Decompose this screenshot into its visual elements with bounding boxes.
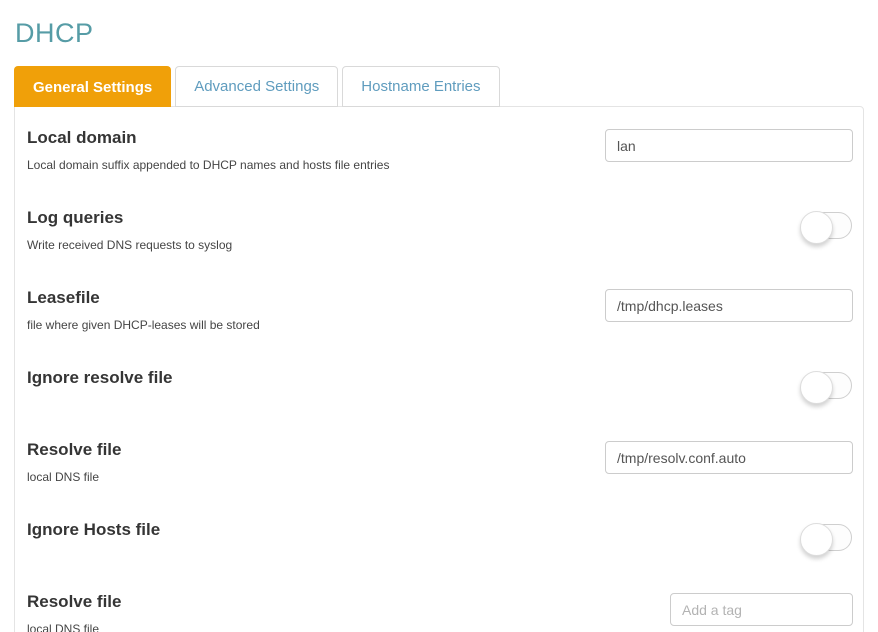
- dhcp-settings-page: DHCP General Settings Advanced Settings Ho…: [0, 0, 878, 632]
- field-label: Resolve file: [27, 592, 122, 611]
- tab-hostname-entries[interactable]: Hostname Entries: [342, 66, 500, 107]
- form-row: Log queries Write received DNS requests …: [15, 187, 863, 267]
- field-label: Local domain: [27, 128, 137, 147]
- field-label: Log queries: [27, 208, 124, 227]
- text-input[interactable]: [605, 129, 853, 162]
- toggle-switch[interactable]: [800, 211, 852, 244]
- tab-bar: General Settings Advanced Settings Hostnam…: [14, 66, 864, 107]
- field-description: local DNS file: [27, 470, 100, 484]
- tab-general-settings[interactable]: General Settings: [14, 66, 172, 107]
- field-description: Write received DNS requests to syslog: [27, 238, 233, 252]
- toggle-knob[interactable]: [800, 211, 833, 244]
- form-row: Leasefile file where given DHCP-leases w…: [15, 267, 863, 347]
- general-settings-panel: Local domain Local domain suffix appende…: [14, 106, 864, 632]
- toggle-knob[interactable]: [800, 371, 833, 404]
- text-input[interactable]: [605, 289, 853, 322]
- form-row: Local domain Local domain suffix appende…: [15, 107, 863, 187]
- field-label: Resolve file: [27, 440, 122, 459]
- tab-advanced-settings[interactable]: Advanced Settings: [175, 66, 339, 107]
- page-title: DHCP: [15, 18, 94, 48]
- tab-label: Advanced Settings: [194, 78, 320, 95]
- tab-label: Hostname Entries: [361, 78, 481, 95]
- toggle-switch[interactable]: [800, 523, 852, 556]
- form-row: Ignore Hosts file: [15, 499, 863, 571]
- field-label: Leasefile: [27, 288, 100, 307]
- field-description: local DNS file: [27, 622, 100, 632]
- tag-input[interactable]: [670, 593, 853, 626]
- field-label: Ignore resolve file: [27, 368, 173, 387]
- field-description: file where given DHCP-leases will be sto…: [27, 318, 260, 332]
- field-description: Local domain suffix appended to DHCP nam…: [27, 158, 390, 172]
- field-label: Ignore Hosts file: [27, 520, 161, 539]
- form-row: Ignore resolve file: [15, 347, 863, 419]
- tab-label: General Settings: [33, 79, 153, 96]
- form-row: Resolve file local DNS file: [15, 571, 863, 632]
- toggle-switch[interactable]: [800, 371, 852, 404]
- form-row: Resolve file local DNS file: [15, 419, 863, 499]
- text-input[interactable]: [605, 441, 853, 474]
- toggle-knob[interactable]: [800, 523, 833, 556]
